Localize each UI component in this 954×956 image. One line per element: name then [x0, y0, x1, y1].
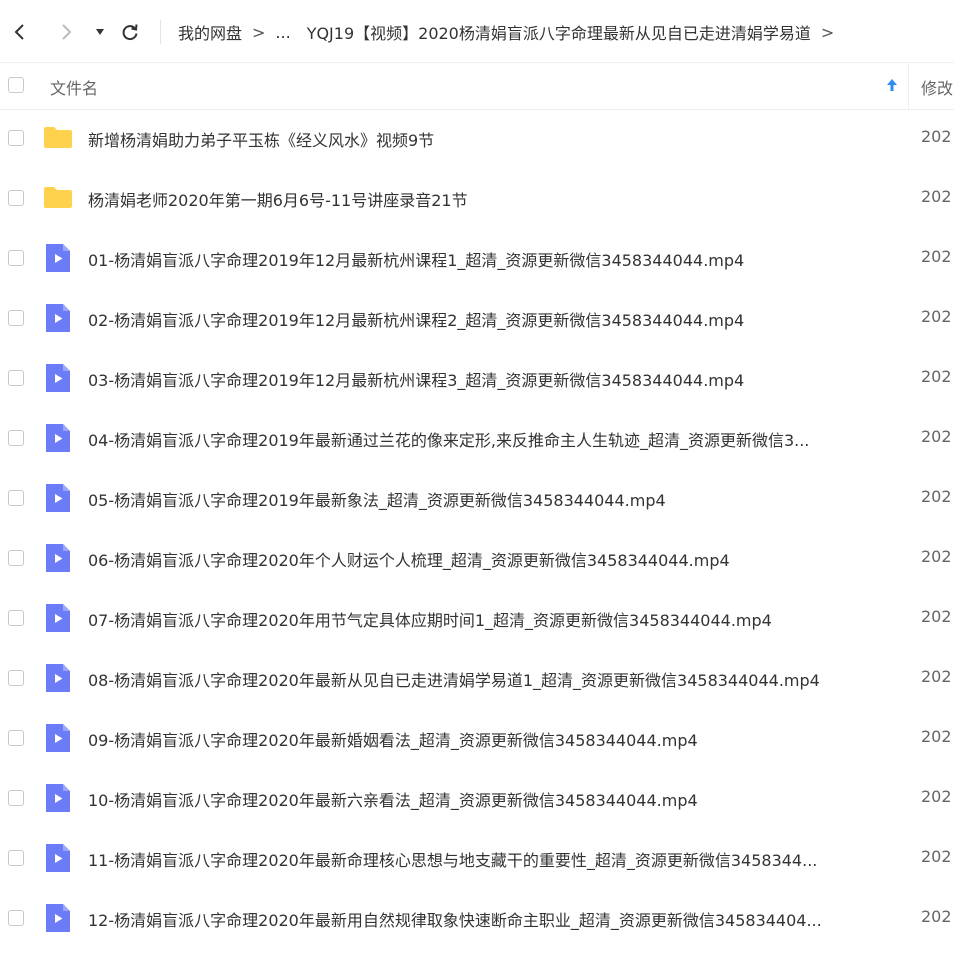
file-name[interactable]: 01-杨清娟盲派八字命理2019年12月最新杭州课程1_超清_资源更新微信345… — [88, 247, 744, 271]
row-checkbox[interactable] — [8, 130, 24, 146]
select-all-checkbox[interactable] — [8, 77, 24, 93]
file-name[interactable]: 08-杨清娟盲派八字命理2020年最新从见自已走进清娟学易道1_超清_资源更新微… — [88, 667, 820, 691]
sort-ascending-icon[interactable] — [885, 76, 899, 94]
folder-icon — [43, 182, 73, 214]
file-name[interactable]: 10-杨清娟盲派八字命理2020年最新六亲看法_超清_资源更新微信3458344… — [88, 787, 698, 811]
file-name[interactable]: 新增杨清娟助力弟子平玉栋《经义风水》视频9节 — [88, 127, 434, 151]
row-checkbox[interactable] — [8, 730, 24, 746]
navigation-bar: 我的网盘 > ... YQJ19【视频】2020杨清娟盲派八字命理最新从见自已走… — [0, 0, 954, 62]
file-name[interactable]: 12-杨清娟盲派八字命理2020年最新用自然规律取象快速断命主职业_超清_资源更… — [88, 907, 822, 931]
video-file-icon — [43, 722, 73, 754]
file-row[interactable]: 02-杨清娟盲派八字命理2019年12月最新杭州课程2_超清_资源更新微信345… — [0, 288, 954, 348]
video-file-icon — [43, 302, 73, 334]
file-name[interactable]: 03-杨清娟盲派八字命理2019年12月最新杭州课程3_超清_资源更新微信345… — [88, 367, 744, 391]
video-file-icon — [43, 902, 73, 934]
row-checkbox[interactable] — [8, 670, 24, 686]
row-checkbox[interactable] — [8, 490, 24, 506]
file-row[interactable]: 06-杨清娟盲派八字命理2020年个人财运个人梳理_超清_资源更新微信34583… — [0, 528, 954, 588]
row-checkbox[interactable] — [8, 910, 24, 926]
file-row[interactable]: 01-杨清娟盲派八字命理2019年12月最新杭州课程1_超清_资源更新微信345… — [0, 228, 954, 288]
file-row[interactable]: 08-杨清娟盲派八字命理2020年最新从见自已走进清娟学易道1_超清_资源更新微… — [0, 648, 954, 708]
video-file-icon — [43, 662, 73, 694]
breadcrumb-separator: > — [820, 22, 835, 42]
back-button[interactable] — [8, 17, 32, 47]
file-row[interactable]: 新增杨清娟助力弟子平玉栋《经义风水》视频9节 202 — [0, 108, 954, 168]
file-name[interactable]: 04-杨清娟盲派八字命理2019年最新通过兰花的像来定形,来反推命主人生轨迹_超… — [88, 427, 809, 451]
video-file-icon — [43, 422, 73, 454]
video-file-icon — [43, 602, 73, 634]
file-modified-date: 202 — [921, 547, 952, 566]
column-header-modified[interactable]: 修改 — [921, 75, 953, 99]
file-row[interactable]: 杨清娟老师2020年第一期6月6号-11号讲座录音21节 202 — [0, 168, 954, 228]
row-checkbox[interactable] — [8, 790, 24, 806]
video-file-icon — [43, 542, 73, 574]
row-checkbox[interactable] — [8, 610, 24, 626]
file-row[interactable]: 09-杨清娟盲派八字命理2020年最新婚姻看法_超清_资源更新微信3458344… — [0, 708, 954, 768]
refresh-button[interactable] — [116, 17, 144, 47]
file-modified-date: 202 — [921, 127, 952, 146]
video-file-icon — [43, 362, 73, 394]
file-name[interactable]: 11-杨清娟盲派八字命理2020年最新命理核心思想与地支藏干的重要性_超清_资源… — [88, 847, 817, 871]
row-checkbox[interactable] — [8, 310, 24, 326]
file-row[interactable]: 11-杨清娟盲派八字命理2020年最新命理核心思想与地支藏干的重要性_超清_资源… — [0, 828, 954, 888]
video-file-icon — [43, 782, 73, 814]
row-checkbox[interactable] — [8, 430, 24, 446]
row-checkbox[interactable] — [8, 250, 24, 266]
breadcrumb-separator: > — [252, 22, 266, 42]
video-file-icon — [43, 842, 73, 874]
breadcrumb-root[interactable]: 我的网盘 — [178, 20, 242, 44]
file-row[interactable]: 05-杨清娟盲派八字命理2019年最新象法_超清_资源更新微信345834404… — [0, 468, 954, 528]
folder-icon — [43, 122, 73, 154]
file-modified-date: 202 — [921, 787, 952, 806]
file-modified-date: 202 — [921, 667, 952, 686]
breadcrumb: 我的网盘 > ... YQJ19【视频】2020杨清娟盲派八字命理最新从见自已走… — [178, 17, 844, 47]
file-modified-date: 202 — [921, 727, 952, 746]
refresh-icon — [122, 24, 138, 41]
file-row[interactable]: 03-杨清娟盲派八字命理2019年12月最新杭州课程3_超清_资源更新微信345… — [0, 348, 954, 408]
video-file-icon — [43, 242, 73, 274]
file-name[interactable]: 05-杨清娟盲派八字命理2019年最新象法_超清_资源更新微信345834404… — [88, 487, 666, 511]
file-name[interactable]: 07-杨清娟盲派八字命理2020年用节气定具体应期时间1_超清_资源更新微信34… — [88, 607, 772, 631]
file-name[interactable]: 06-杨清娟盲派八字命理2020年个人财运个人梳理_超清_资源更新微信34583… — [88, 547, 730, 571]
file-name[interactable]: 02-杨清娟盲派八字命理2019年12月最新杭州课程2_超清_资源更新微信345… — [88, 307, 744, 331]
file-modified-date: 202 — [921, 607, 952, 626]
row-checkbox[interactable] — [8, 550, 24, 566]
file-modified-date: 202 — [921, 907, 952, 926]
chevron-right-icon — [62, 24, 72, 40]
file-modified-date: 202 — [921, 187, 952, 206]
column-divider[interactable] — [908, 63, 909, 109]
nav-divider — [160, 20, 161, 44]
file-modified-date: 202 — [921, 307, 952, 326]
file-modified-date: 202 — [921, 427, 952, 446]
file-row[interactable]: 12-杨清娟盲派八字命理2020年最新用自然规律取象快速断命主职业_超清_资源更… — [0, 888, 954, 948]
row-checkbox[interactable] — [8, 370, 24, 386]
file-modified-date: 202 — [921, 367, 952, 386]
file-modified-date: 202 — [921, 247, 952, 266]
row-checkbox[interactable] — [8, 850, 24, 866]
file-name[interactable]: 09-杨清娟盲派八字命理2020年最新婚姻看法_超清_资源更新微信3458344… — [88, 727, 698, 751]
column-header-name[interactable]: 文件名 — [50, 75, 98, 99]
file-row[interactable]: 07-杨清娟盲派八字命理2020年用节气定具体应期时间1_超清_资源更新微信34… — [0, 588, 954, 648]
row-checkbox[interactable] — [8, 190, 24, 206]
caret-down-icon — [96, 29, 104, 35]
breadcrumb-ellipsis[interactable]: ... — [275, 23, 290, 42]
breadcrumb-current[interactable]: YQJ19【视频】2020杨清娟盲派八字命理最新从见自已走进清娟学易道 — [307, 20, 811, 44]
history-dropdown-button[interactable] — [90, 17, 110, 47]
file-row[interactable]: 10-杨清娟盲派八字命理2020年最新六亲看法_超清_资源更新微信3458344… — [0, 768, 954, 828]
file-name[interactable]: 杨清娟老师2020年第一期6月6号-11号讲座录音21节 — [88, 187, 468, 211]
forward-button[interactable] — [54, 17, 78, 47]
file-list-header: 文件名 修改 — [0, 62, 954, 110]
file-list: 新增杨清娟助力弟子平玉栋《经义风水》视频9节 202 杨清娟老师2020年第一期… — [0, 108, 954, 948]
video-file-icon — [43, 482, 73, 514]
file-row[interactable]: 04-杨清娟盲派八字命理2019年最新通过兰花的像来定形,来反推命主人生轨迹_超… — [0, 408, 954, 468]
chevron-left-icon — [14, 24, 24, 40]
file-modified-date: 202 — [921, 487, 952, 506]
file-modified-date: 202 — [921, 847, 952, 866]
